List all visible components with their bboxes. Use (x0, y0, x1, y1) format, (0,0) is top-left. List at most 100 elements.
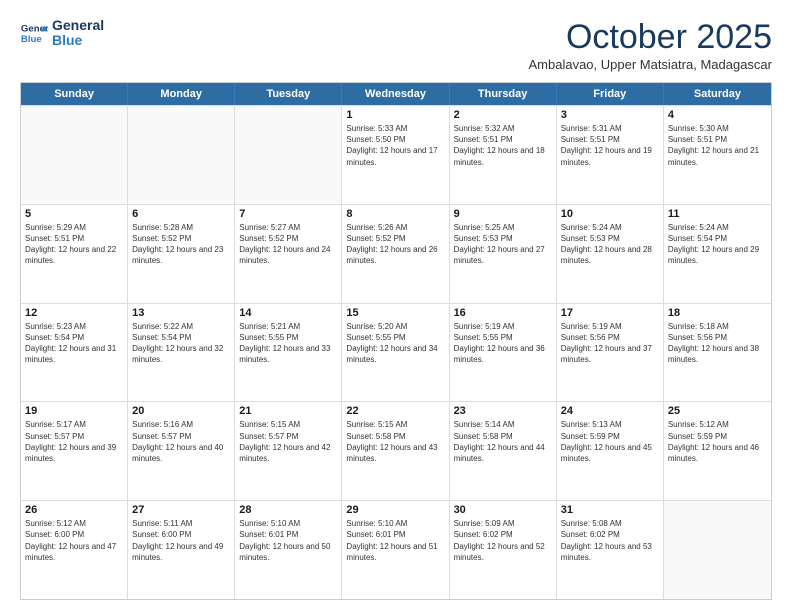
day-number: 7 (239, 208, 337, 220)
cal-cell-day-12: 12Sunrise: 5:23 AM Sunset: 5:54 PM Dayli… (21, 304, 128, 402)
calendar: SundayMondayTuesdayWednesdayThursdayFrid… (20, 82, 772, 600)
day-number: 19 (25, 405, 123, 417)
weekday-header-friday: Friday (557, 83, 664, 105)
cell-info: Sunrise: 5:15 AM Sunset: 5:57 PM Dayligh… (239, 419, 337, 464)
cal-cell-empty (664, 501, 771, 599)
page: General Blue General Blue October 2025 A… (0, 0, 792, 612)
cal-cell-day-22: 22 Sunrise: 5:15 AM Sunset: 5:58 PM Dayli… (342, 402, 449, 500)
day-number: 22 (346, 405, 444, 417)
day-number: 11 (668, 208, 767, 220)
cell-info: Sunrise: 5:15 AM Sunset: 5:58 PM Dayligh… (346, 419, 444, 464)
cal-cell-day-10: 10Sunrise: 5:24 AM Sunset: 5:53 PM Dayli… (557, 205, 664, 303)
cal-cell-day-30: 30Sunrise: 5:09 AM Sunset: 6:02 PM Dayli… (450, 501, 557, 599)
cal-cell-day-25: 25Sunrise: 5:12 AM Sunset: 5:59 PM Dayli… (664, 402, 771, 500)
logo: General Blue General Blue (20, 18, 104, 49)
cal-cell-day-29: 29 Sunrise: 5:10 AM Sunset: 6:01 PM Dayli… (342, 501, 449, 599)
cell-info: Sunrise: 5:19 AM Sunset: 5:55 PM Dayligh… (454, 321, 552, 366)
cell-info: Sunrise: 5:14 AM Sunset: 5:58 PM Dayligh… (454, 419, 552, 464)
cal-cell-empty (128, 106, 235, 204)
day-number: 25 (668, 405, 767, 417)
cell-info: Sunrise: 5:28 AM Sunset: 5:52 PM Dayligh… (132, 222, 230, 267)
weekday-header-thursday: Thursday (450, 83, 557, 105)
cell-info: Sunrise: 5:09 AM Sunset: 6:02 PM Dayligh… (454, 518, 552, 563)
cell-info: Sunrise: 5:33 AM Sunset: 5:50 PM Dayligh… (346, 123, 444, 168)
cell-info: Sunrise: 5:32 AM Sunset: 5:51 PM Dayligh… (454, 123, 552, 168)
cal-cell-day-27: 27 Sunrise: 5:11 AM Sunset: 6:00 PM Dayli… (128, 501, 235, 599)
cell-info: Sunrise: 5:16 AM Sunset: 5:57 PM Dayligh… (132, 419, 230, 464)
cal-cell-day-3: 3Sunrise: 5:31 AM Sunset: 5:51 PM Daylig… (557, 106, 664, 204)
cal-cell-day-18: 18 Sunrise: 5:18 AM Sunset: 5:56 PM Dayli… (664, 304, 771, 402)
cal-cell-day-21: 21Sunrise: 5:15 AM Sunset: 5:57 PM Dayli… (235, 402, 342, 500)
day-number: 18 (668, 307, 767, 319)
day-number: 29 (346, 504, 444, 516)
day-number: 5 (25, 208, 123, 220)
cal-cell-day-26: 26 Sunrise: 5:12 AM Sunset: 6:00 PM Dayli… (21, 501, 128, 599)
weekday-header-wednesday: Wednesday (342, 83, 449, 105)
day-number: 14 (239, 307, 337, 319)
cell-info: Sunrise: 5:22 AM Sunset: 5:54 PM Dayligh… (132, 321, 230, 366)
weekday-header-sunday: Sunday (21, 83, 128, 105)
svg-text:Blue: Blue (21, 34, 42, 45)
logo-blue-text: Blue (52, 33, 104, 48)
cell-info: Sunrise: 5:19 AM Sunset: 5:56 PM Dayligh… (561, 321, 659, 366)
cal-cell-day-7: 7 Sunrise: 5:27 AM Sunset: 5:52 PM Daylig… (235, 205, 342, 303)
month-title: October 2025 (528, 18, 772, 57)
cal-row-0: 1 Sunrise: 5:33 AM Sunset: 5:50 PM Daylig… (21, 105, 771, 204)
cell-info: Sunrise: 5:17 AM Sunset: 5:57 PM Dayligh… (25, 419, 123, 464)
weekday-header-tuesday: Tuesday (235, 83, 342, 105)
weekday-header-saturday: Saturday (664, 83, 771, 105)
day-number: 31 (561, 504, 659, 516)
header: General Blue General Blue October 2025 A… (20, 18, 772, 72)
day-number: 1 (346, 109, 444, 121)
cell-info: Sunrise: 5:12 AM Sunset: 6:00 PM Dayligh… (25, 518, 123, 563)
cell-info: Sunrise: 5:25 AM Sunset: 5:53 PM Dayligh… (454, 222, 552, 267)
cal-cell-day-31: 31Sunrise: 5:08 AM Sunset: 6:02 PM Dayli… (557, 501, 664, 599)
day-number: 24 (561, 405, 659, 417)
cal-cell-day-13: 13 Sunrise: 5:22 AM Sunset: 5:54 PM Dayli… (128, 304, 235, 402)
cell-info: Sunrise: 5:13 AM Sunset: 5:59 PM Dayligh… (561, 419, 659, 464)
cal-cell-day-19: 19 Sunrise: 5:17 AM Sunset: 5:57 PM Dayli… (21, 402, 128, 500)
logo-icon: General Blue (20, 19, 48, 47)
location-title: Ambalavao, Upper Matsiatra, Madagascar (528, 57, 772, 72)
cell-info: Sunrise: 5:30 AM Sunset: 5:51 PM Dayligh… (668, 123, 767, 168)
cal-cell-day-17: 17 Sunrise: 5:19 AM Sunset: 5:56 PM Dayli… (557, 304, 664, 402)
cal-row-4: 26 Sunrise: 5:12 AM Sunset: 6:00 PM Dayli… (21, 500, 771, 599)
cal-cell-day-23: 23 Sunrise: 5:14 AM Sunset: 5:58 PM Dayli… (450, 402, 557, 500)
day-number: 15 (346, 307, 444, 319)
day-number: 3 (561, 109, 659, 121)
cell-info: Sunrise: 5:27 AM Sunset: 5:52 PM Dayligh… (239, 222, 337, 267)
day-number: 26 (25, 504, 123, 516)
cell-info: Sunrise: 5:10 AM Sunset: 6:01 PM Dayligh… (346, 518, 444, 563)
cal-cell-empty (21, 106, 128, 204)
title-block: October 2025 Ambalavao, Upper Matsiatra,… (528, 18, 772, 72)
day-number: 23 (454, 405, 552, 417)
day-number: 17 (561, 307, 659, 319)
cal-cell-day-15: 15Sunrise: 5:20 AM Sunset: 5:55 PM Dayli… (342, 304, 449, 402)
cell-info: Sunrise: 5:29 AM Sunset: 5:51 PM Dayligh… (25, 222, 123, 267)
cal-cell-day-11: 11 Sunrise: 5:24 AM Sunset: 5:54 PM Dayli… (664, 205, 771, 303)
cal-cell-day-8: 8Sunrise: 5:26 AM Sunset: 5:52 PM Daylig… (342, 205, 449, 303)
weekday-header-monday: Monday (128, 83, 235, 105)
day-number: 28 (239, 504, 337, 516)
day-number: 13 (132, 307, 230, 319)
calendar-body: 1 Sunrise: 5:33 AM Sunset: 5:50 PM Daylig… (21, 105, 771, 599)
cal-row-3: 19 Sunrise: 5:17 AM Sunset: 5:57 PM Dayli… (21, 401, 771, 500)
day-number: 12 (25, 307, 123, 319)
cal-row-2: 12Sunrise: 5:23 AM Sunset: 5:54 PM Dayli… (21, 303, 771, 402)
cell-info: Sunrise: 5:18 AM Sunset: 5:56 PM Dayligh… (668, 321, 767, 366)
cell-info: Sunrise: 5:24 AM Sunset: 5:54 PM Dayligh… (668, 222, 767, 267)
cal-cell-day-2: 2Sunrise: 5:32 AM Sunset: 5:51 PM Daylig… (450, 106, 557, 204)
cal-cell-day-24: 24 Sunrise: 5:13 AM Sunset: 5:59 PM Dayli… (557, 402, 664, 500)
cell-info: Sunrise: 5:21 AM Sunset: 5:55 PM Dayligh… (239, 321, 337, 366)
cal-cell-day-20: 20Sunrise: 5:16 AM Sunset: 5:57 PM Dayli… (128, 402, 235, 500)
day-number: 10 (561, 208, 659, 220)
day-number: 9 (454, 208, 552, 220)
calendar-header: SundayMondayTuesdayWednesdayThursdayFrid… (21, 83, 771, 105)
day-number: 27 (132, 504, 230, 516)
cell-info: Sunrise: 5:26 AM Sunset: 5:52 PM Dayligh… (346, 222, 444, 267)
cell-info: Sunrise: 5:11 AM Sunset: 6:00 PM Dayligh… (132, 518, 230, 563)
cal-cell-day-1: 1 Sunrise: 5:33 AM Sunset: 5:50 PM Daylig… (342, 106, 449, 204)
cal-cell-day-4: 4Sunrise: 5:30 AM Sunset: 5:51 PM Daylig… (664, 106, 771, 204)
logo-general-text: General (52, 18, 104, 33)
cal-cell-day-16: 16Sunrise: 5:19 AM Sunset: 5:55 PM Dayli… (450, 304, 557, 402)
